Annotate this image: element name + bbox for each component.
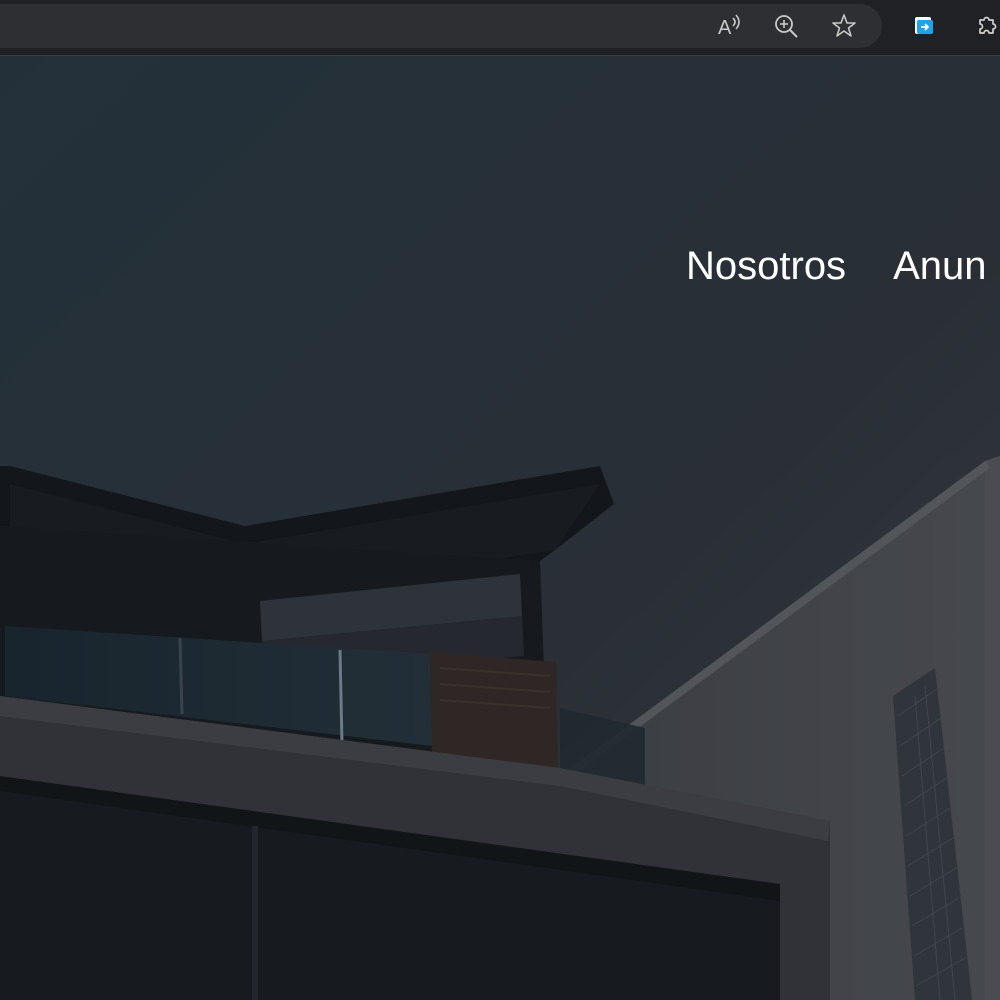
hero-section: Nosotros Anun — [0, 56, 1000, 1000]
read-aloud-icon[interactable]: A — [712, 10, 744, 42]
nav-link-nosotros[interactable]: Nosotros — [686, 242, 846, 290]
zoom-in-icon[interactable] — [770, 10, 802, 42]
svg-text:A: A — [718, 17, 732, 39]
hero-building-image — [0, 56, 1000, 1000]
browser-toolbar: A — [0, 0, 1000, 56]
extensions-icon[interactable] — [970, 10, 1000, 42]
address-bar[interactable] — [0, 4, 882, 48]
favorite-star-icon[interactable] — [828, 10, 860, 42]
nav-link-anuncios[interactable]: Anun — [893, 242, 986, 290]
main-nav: Nosotros Anun — [686, 242, 1000, 290]
collections-icon[interactable] — [908, 10, 940, 42]
